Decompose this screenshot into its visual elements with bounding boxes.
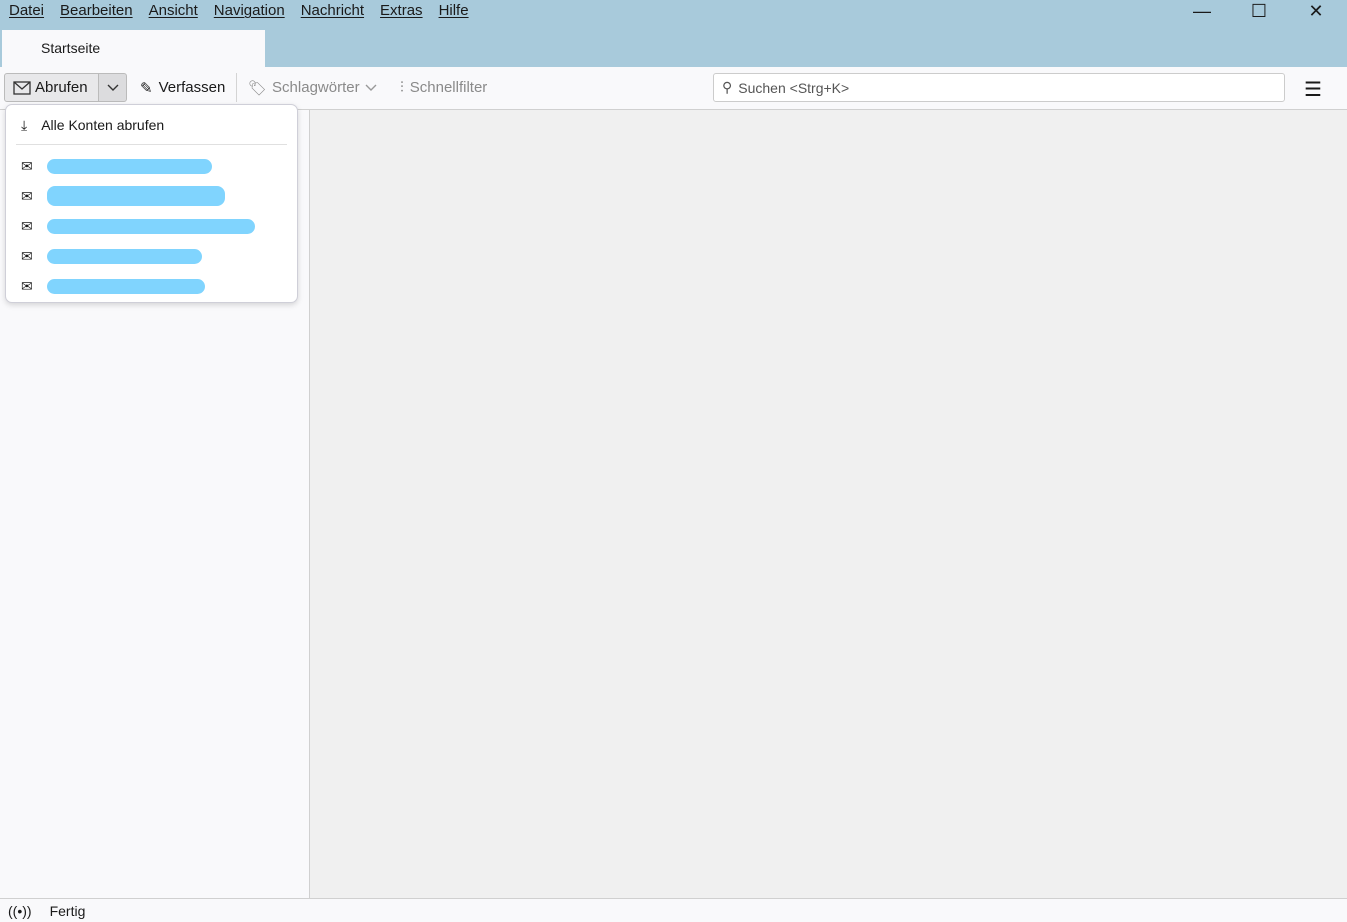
menu-item-get-all[interactable]: ⤓ Alle Konten abrufen	[6, 110, 297, 140]
redacted-account	[46, 158, 212, 174]
close-button[interactable]: ✕	[1293, 0, 1339, 22]
menu-datei[interactable]: Datei	[0, 0, 51, 22]
mail-lock-icon: ✉	[21, 187, 33, 204]
menu-item-account[interactable]: ✉	[6, 271, 297, 301]
menu-item-account[interactable]: ✉	[6, 241, 297, 271]
tab-label: Startseite	[41, 40, 101, 56]
tags-button[interactable]: 🏷︎ Schlagwörter	[248, 73, 377, 102]
get-messages-button[interactable]: Abrufen	[4, 73, 99, 102]
pencil-icon: ✎	[140, 79, 153, 97]
app-menu-button[interactable]: ☰	[1304, 77, 1322, 102]
menu-extras[interactable]: Extras	[371, 0, 430, 22]
mail-download-icon	[13, 80, 31, 95]
chevron-down-icon	[107, 84, 118, 91]
menu-bar: Datei Bearbeiten Ansicht Navigation Nach…	[0, 0, 476, 22]
minimize-button[interactable]: —	[1179, 0, 1225, 22]
menu-item-account[interactable]: ✉	[6, 151, 297, 181]
tag-icon: 🏷︎	[248, 79, 268, 97]
tab-startseite[interactable]: Startseite	[2, 30, 265, 67]
redacted-account	[46, 186, 225, 206]
search-placeholder: Suchen <Strg+K>	[738, 79, 850, 96]
mail-lock-icon: ✉	[21, 247, 33, 264]
maximize-button[interactable]: ☐	[1236, 0, 1282, 22]
search-icon: ⚲	[722, 79, 733, 95]
menu-hilfe[interactable]: Hilfe	[430, 0, 476, 22]
get-messages-dropdown[interactable]	[98, 73, 127, 102]
get-all-label: Alle Konten abrufen	[41, 117, 165, 133]
chevron-down-icon	[365, 84, 377, 91]
menu-bearbeiten[interactable]: Bearbeiten	[51, 0, 140, 22]
quick-filter-button[interactable]: ⫶ Schnellfilter	[400, 73, 487, 102]
menu-item-account[interactable]: ✉	[6, 211, 297, 241]
redacted-account	[46, 248, 202, 264]
sliders-icon: ⫶	[400, 79, 404, 96]
menu-item-account[interactable]: ✉	[6, 181, 297, 211]
redacted-account	[46, 278, 205, 294]
menu-ansicht[interactable]: Ansicht	[140, 0, 205, 22]
online-status-icon[interactable]: ((•))	[8, 903, 32, 919]
quick-filter-label: Schnellfilter	[409, 79, 488, 96]
status-text: Fertig	[49, 902, 86, 919]
mail-lock-icon: ✉	[21, 277, 33, 294]
title-bar: Datei Bearbeiten Ansicht Navigation Nach…	[0, 0, 1347, 67]
tags-label: Schlagwörter	[272, 79, 360, 96]
menu-navigation[interactable]: Navigation	[205, 0, 292, 22]
get-messages-label: Abrufen	[35, 79, 88, 96]
compose-label: Verfassen	[158, 79, 226, 96]
search-input[interactable]: ⚲ Suchen <Strg+K>	[713, 73, 1285, 102]
download-icon: ⤓	[21, 116, 28, 133]
mail-lock-icon: ✉	[21, 217, 33, 234]
status-bar: ((•)) Fertig	[0, 898, 1347, 922]
message-pane	[310, 110, 1345, 898]
mail-lock-icon: ✉	[21, 157, 33, 174]
menu-nachricht[interactable]: Nachricht	[292, 0, 371, 22]
redacted-account	[46, 218, 255, 234]
toolbar-separator	[236, 73, 237, 102]
get-messages-menu: ⤓ Alle Konten abrufen ✉ ✉ ✉ ✉ ✉	[5, 104, 298, 303]
menu-separator	[16, 144, 287, 145]
compose-button[interactable]: ✎ Verfassen	[140, 73, 225, 102]
